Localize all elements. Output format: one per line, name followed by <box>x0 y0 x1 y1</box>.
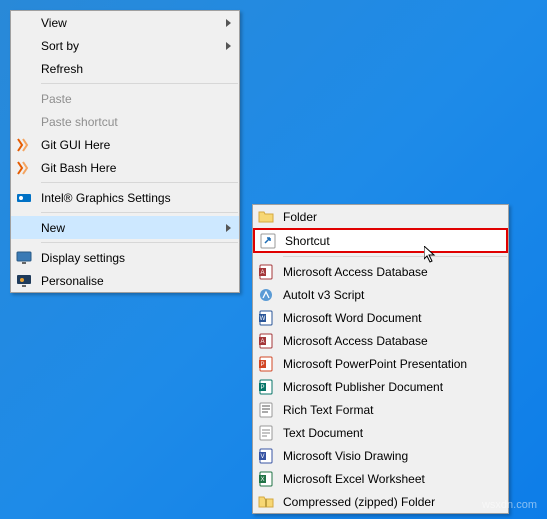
menu-item-label: Rich Text Format <box>283 403 500 417</box>
menu-item-label: Microsoft Publisher Document <box>283 380 500 394</box>
new-item-microsoft-publisher-document[interactable]: P Microsoft Publisher Document <box>253 375 508 398</box>
menu-item-label: Paste <box>41 92 231 106</box>
menu-item-display-settings[interactable]: Display settings <box>11 246 239 269</box>
menu-item-view[interactable]: View <box>11 11 239 34</box>
menu-item-git-bash-here[interactable]: Git Bash Here <box>11 156 239 179</box>
personalise-icon <box>15 272 33 290</box>
menu-item-label: Microsoft Access Database <box>283 334 500 348</box>
git-orange-icon <box>15 136 33 154</box>
new-item-folder[interactable]: Folder <box>253 205 508 228</box>
text-icon <box>257 424 275 442</box>
svg-text:A: A <box>260 270 264 276</box>
menu-item-label: Paste shortcut <box>41 115 231 129</box>
menu-item-label: Folder <box>283 210 500 224</box>
menu-item-label: Git GUI Here <box>41 138 231 152</box>
menu-item-label: Intel® Graphics Settings <box>41 191 231 205</box>
menu-item-label: Compressed (zipped) Folder <box>283 495 500 509</box>
publisher-icon: P <box>257 378 275 396</box>
menu-item-label: Microsoft PowerPoint Presentation <box>283 357 500 371</box>
menu-item-label: Microsoft Word Document <box>283 311 500 325</box>
menu-item-label: Microsoft Excel Worksheet <box>283 472 500 486</box>
menu-item-label: Refresh <box>41 62 231 76</box>
menu-item-label: Git Bash Here <box>41 161 231 175</box>
svg-text:P: P <box>260 385 264 391</box>
svg-text:P: P <box>260 362 264 368</box>
svg-text:X: X <box>260 477 264 483</box>
display-icon <box>15 249 33 267</box>
new-item-microsoft-access-database[interactable]: A Microsoft Access Database <box>253 329 508 352</box>
menu-separator <box>41 212 238 213</box>
rtf-icon <box>257 401 275 419</box>
new-item-autoit-v3-script[interactable]: AutoIt v3 Script <box>253 283 508 306</box>
intel-icon <box>15 189 33 207</box>
excel-icon: X <box>257 470 275 488</box>
access-icon: A <box>257 263 275 281</box>
menu-item-new[interactable]: New <box>11 216 239 239</box>
menu-separator <box>41 242 238 243</box>
menu-item-label: AutoIt v3 Script <box>283 288 500 302</box>
menu-item-personalise[interactable]: Personalise <box>11 269 239 292</box>
menu-item-label: Shortcut <box>285 234 498 248</box>
menu-item-intel-graphics-settings[interactable]: Intel® Graphics Settings <box>11 186 239 209</box>
zip-icon <box>257 493 275 511</box>
new-item-text-document[interactable]: Text Document <box>253 421 508 444</box>
menu-item-label: Microsoft Access Database <box>283 265 500 279</box>
svg-text:V: V <box>260 454 264 460</box>
chevron-right-icon <box>226 19 231 27</box>
svg-text:W: W <box>260 316 266 322</box>
folder-icon <box>257 208 275 226</box>
access-icon: A <box>257 332 275 350</box>
git-orange-icon <box>15 159 33 177</box>
autoit-icon <box>257 286 275 304</box>
word-icon: W <box>257 309 275 327</box>
menu-item-label: Display settings <box>41 251 231 265</box>
menu-item-label: Microsoft Visio Drawing <box>283 449 500 463</box>
menu-separator <box>283 256 507 257</box>
menu-item-label: New <box>41 221 220 235</box>
menu-item-refresh[interactable]: Refresh <box>11 57 239 80</box>
menu-item-label: Personalise <box>41 274 231 288</box>
menu-item-label: Sort by <box>41 39 220 53</box>
new-item-microsoft-excel-worksheet[interactable]: X Microsoft Excel Worksheet <box>253 467 508 490</box>
menu-separator <box>41 182 238 183</box>
new-item-microsoft-visio-drawing[interactable]: V Microsoft Visio Drawing <box>253 444 508 467</box>
desktop-context-menu: View Sort by Refresh Paste Paste shortcut Git… <box>10 10 240 293</box>
new-item-microsoft-access-database[interactable]: A Microsoft Access Database <box>253 260 508 283</box>
menu-item-git-gui-here[interactable]: Git GUI Here <box>11 133 239 156</box>
svg-text:A: A <box>260 339 264 345</box>
menu-separator <box>41 83 238 84</box>
new-item-microsoft-powerpoint-presentation[interactable]: P Microsoft PowerPoint Presentation <box>253 352 508 375</box>
powerpoint-icon: P <box>257 355 275 373</box>
new-submenu: Folder Shortcut A Microsoft Access Database… <box>252 204 509 514</box>
chevron-right-icon <box>226 42 231 50</box>
new-item-rich-text-format[interactable]: Rich Text Format <box>253 398 508 421</box>
menu-item-label: Text Document <box>283 426 500 440</box>
new-item-compressed-zipped-folder[interactable]: Compressed (zipped) Folder <box>253 490 508 513</box>
new-item-microsoft-word-document[interactable]: W Microsoft Word Document <box>253 306 508 329</box>
new-item-shortcut[interactable]: Shortcut <box>253 228 508 253</box>
menu-item-paste-shortcut: Paste shortcut <box>11 110 239 133</box>
menu-item-paste: Paste <box>11 87 239 110</box>
menu-item-label: View <box>41 16 220 30</box>
shortcut-icon <box>259 232 277 250</box>
visio-icon: V <box>257 447 275 465</box>
chevron-right-icon <box>226 224 231 232</box>
menu-item-sort-by[interactable]: Sort by <box>11 34 239 57</box>
